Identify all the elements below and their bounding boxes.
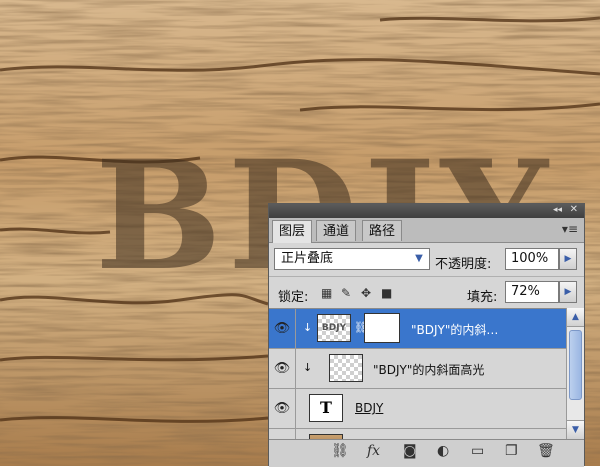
- fx-icon[interactable]: fx: [367, 443, 380, 459]
- adjustment-layer-icon[interactable]: ◐: [437, 443, 449, 459]
- tab-layers[interactable]: 图层: [272, 220, 313, 243]
- scroll-down-icon[interactable]: ▼: [567, 420, 584, 439]
- clip-arrow-icon: ↓: [303, 361, 313, 374]
- opacity-label: 不透明度:: [435, 257, 492, 272]
- new-group-icon[interactable]: ▭: [471, 443, 484, 459]
- layers-scrollbar[interactable]: ▲ ▼: [566, 308, 584, 439]
- opacity-input[interactable]: 100%: [505, 248, 559, 270]
- layer-thumbnail: BDJY: [317, 314, 351, 342]
- layer-mask-thumbnail: [364, 313, 400, 343]
- panel-title-bar[interactable]: ◂◂ ✕: [269, 204, 584, 218]
- panel-toolbar: ⛓ fx ◙ ◐ ▭ ❐ 🗑: [269, 439, 584, 467]
- lock-pixels-icon[interactable]: ✎: [341, 286, 351, 300]
- clip-arrow-icon: ↓: [303, 321, 313, 334]
- lock-all-icon[interactable]: ■: [381, 286, 392, 300]
- link-layers-icon[interactable]: ⛓: [331, 443, 349, 459]
- fill-input[interactable]: 72%: [505, 281, 559, 303]
- layer-name: "BDJY"的内斜面高光: [373, 363, 485, 377]
- scroll-up-icon[interactable]: ▲: [567, 308, 584, 327]
- add-mask-icon[interactable]: ◙: [403, 443, 417, 459]
- lock-position-icon[interactable]: ✥: [361, 286, 371, 300]
- blend-mode-select[interactable]: 正片叠底 ▼: [274, 248, 430, 270]
- blend-row: 正片叠底 ▼ 不透明度: 100% ▶: [269, 244, 584, 274]
- eye-icon[interactable]: 👁: [269, 309, 296, 348]
- chevron-down-icon: ▼: [415, 253, 423, 264]
- fill-slider-button[interactable]: ▶: [559, 281, 577, 303]
- layer-name: "BDJY"的内斜…: [411, 323, 499, 337]
- blend-mode-value: 正片叠底: [281, 251, 334, 266]
- new-layer-icon[interactable]: ❐: [505, 443, 518, 459]
- eye-icon[interactable]: 👁: [269, 349, 296, 388]
- layer-row[interactable]: 👁 ↓ BDJY ⛓ "BDJY"的内斜…: [269, 309, 566, 349]
- scroll-thumb[interactable]: [569, 330, 582, 400]
- layer-thumbnail: [329, 354, 363, 382]
- panel-menu-icon[interactable]: ▾≡: [562, 222, 578, 236]
- layer-row[interactable]: 👁 ↓ "BDJY"的内斜面高光: [269, 349, 566, 389]
- eye-icon[interactable]: 👁: [269, 389, 296, 428]
- tab-channels[interactable]: 通道: [316, 220, 357, 241]
- close-icon[interactable]: ✕: [570, 204, 578, 215]
- lock-label: 锁定:: [278, 290, 309, 305]
- trash-icon[interactable]: 🗑: [537, 443, 555, 459]
- panel-tabs: 图层 通道 路径 ▾≡: [269, 218, 584, 243]
- layer-name: BDJY: [355, 401, 384, 415]
- type-layer-icon: T: [309, 394, 343, 422]
- opacity-slider-button[interactable]: ▶: [559, 248, 577, 270]
- layer-row[interactable]: 👁 T BDJY: [269, 389, 566, 429]
- layers-list: 👁 ↓ BDJY ⛓ "BDJY"的内斜… 👁 ↓ "BDJY"的内斜面高光 👁…: [269, 308, 566, 440]
- tab-paths[interactable]: 路径: [362, 220, 403, 241]
- layers-panel: ◂◂ ✕ 图层 通道 路径 ▾≡ 正片叠底 ▼ 不透明度: 100% ▶ 锁定:…: [268, 203, 585, 467]
- lock-row: 锁定: ▦ ✎ ✥ ■ 填充: 72% ▶: [269, 276, 584, 307]
- collapse-icon[interactable]: ◂◂: [553, 205, 562, 215]
- fill-label: 填充:: [467, 290, 498, 305]
- lock-transparent-icon[interactable]: ▦: [321, 286, 332, 300]
